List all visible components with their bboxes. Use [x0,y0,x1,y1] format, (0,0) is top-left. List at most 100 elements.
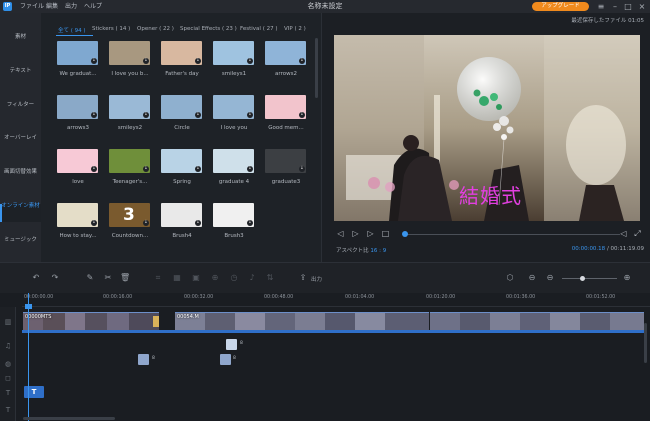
download-icon[interactable]: ↓ [247,58,253,64]
video-clip[interactable]: 00054.M [175,312,429,330]
stop-icon[interactable]: □ [381,229,390,238]
download-icon[interactable]: ↓ [143,112,149,118]
duration-icon[interactable]: ◷ [229,273,239,283]
sidebar-item-filter[interactable]: フィルター [0,100,41,108]
video-track-icon[interactable]: ▥ [3,317,13,327]
download-icon[interactable]: ↓ [91,220,97,226]
minimize-icon[interactable]: – [609,1,621,12]
sidebar-item-text[interactable]: テキスト [0,66,41,74]
menu-icon[interactable]: ≡ [595,1,607,12]
zoom-slider-track[interactable] [562,278,617,279]
download-icon[interactable]: ↓ [143,220,149,226]
freeze-frame-icon[interactable]: ▣ [191,273,201,283]
delete-icon[interactable]: 🗑 [120,273,130,283]
volume-icon[interactable]: ◁ [619,229,628,238]
media-scrollbar[interactable] [315,38,318,98]
mosaic-icon[interactable]: ▦ [172,273,182,283]
media-thumbnail[interactable]: ↓ [57,149,98,173]
voiceover-icon[interactable]: ♪ [247,273,257,283]
text-track-icon[interactable]: T [3,388,13,398]
tab-special-effects[interactable]: Special Effects ( 23 ) [180,26,237,32]
playhead-handle[interactable] [25,304,32,309]
media-thumbnail[interactable]: ↓ [109,149,150,173]
timeline-v-scrollbar[interactable] [644,323,647,363]
media-thumbnail[interactable]: 3 ↓ [109,203,150,227]
aspect-ratio-value[interactable]: 16 : 9 [370,248,386,254]
prev-frame-icon[interactable]: ◁ [336,229,345,238]
play-icon[interactable]: ▷ [351,229,360,238]
download-icon[interactable]: ↓ [195,220,201,226]
media-thumbnail[interactable]: ↓ [213,95,254,119]
redo-icon[interactable]: ↷ [50,273,60,283]
download-icon[interactable]: ↓ [247,112,253,118]
download-icon[interactable]: ↓ [247,166,253,172]
download-icon[interactable]: ↓ [195,112,201,118]
audio-mix-icon[interactable]: ⇅ [265,273,275,283]
download-icon[interactable]: ↓ [195,58,201,64]
download-icon[interactable]: ↓ [91,166,97,172]
filter-track-icon[interactable]: ◍ [3,359,13,369]
media-thumbnail[interactable]: ↓ [213,41,254,65]
menu-file[interactable]: ファイル [20,0,44,13]
media-thumbnail[interactable]: ↓ [161,203,202,227]
timeline-h-scrollbar[interactable] [23,417,115,420]
tab-festival[interactable]: Festival ( 27 ) [240,26,278,32]
media-thumbnail[interactable]: ↓ [161,95,202,119]
sidebar-item-music[interactable]: ミュージック [0,235,41,243]
playback-progress-track[interactable] [403,234,620,235]
download-icon[interactable]: ↓ [299,58,305,64]
tab-opener[interactable]: Opener ( 22 ) [137,26,174,32]
media-thumbnail[interactable]: ↓ [213,203,254,227]
edit-pencil-icon[interactable]: ✎ [85,273,95,283]
sidebar-item-media[interactable]: 素材 [0,32,41,40]
split-icon[interactable]: ✂ [103,273,113,283]
sidebar-item-transition[interactable]: 画面切替効果 [0,167,41,175]
media-thumbnail[interactable]: ↓ [161,149,202,173]
media-thumbnail[interactable]: ↓ [109,41,150,65]
effect-clip[interactable] [220,354,231,365]
download-icon[interactable]: ↓ [91,58,97,64]
sidebar-item-overlay[interactable]: オーバーレイ [0,133,41,141]
subtitle-track-icon[interactable]: T [3,405,13,415]
upgrade-button[interactable]: アップグレード [532,2,589,11]
download-icon[interactable]: ↓ [195,166,201,172]
playback-progress-handle[interactable] [402,231,408,237]
media-thumbnail[interactable]: ↓ [57,203,98,227]
zoom-in-icon[interactable]: ⊕ [622,273,632,283]
download-icon[interactable]: ↓ [247,220,253,226]
effect-clip[interactable] [138,354,149,365]
zoom-slider-handle[interactable] [580,276,585,281]
menu-help[interactable]: ヘルプ [84,0,102,13]
download-icon[interactable]: ↓ [143,58,149,64]
tab-stickers[interactable]: Stickers ( 14 ) [92,26,130,32]
playhead[interactable] [28,293,29,421]
download-icon[interactable]: ↓ [143,166,149,172]
zoom-out-icon[interactable]: ⊖ [545,273,555,283]
effect-clip[interactable] [226,339,237,350]
marker-icon[interactable]: ⬡ [505,273,515,283]
text-clip[interactable]: T [24,386,44,398]
maximize-icon[interactable]: □ [622,1,634,12]
media-thumbnail[interactable]: ↓ [57,41,98,65]
zoom-fit-icon[interactable]: ⊖ [527,273,537,283]
download-icon[interactable]: ↓ [91,112,97,118]
crop-icon[interactable]: ⌗ [153,273,163,283]
media-thumbnail[interactable]: ↓ [265,41,306,65]
download-icon[interactable]: ↓ [299,112,305,118]
menu-export[interactable]: 出力 [65,0,77,13]
tab-vip[interactable]: VIP ( 2 ) [284,26,306,32]
close-icon[interactable]: × [636,1,648,12]
audio-track-icon[interactable]: ♫ [3,341,13,351]
overlay-track-icon[interactable]: ◻ [3,373,13,383]
menu-edit[interactable]: 編集 [46,0,58,13]
export-label[interactable]: 出力 [311,275,322,283]
video-clip[interactable]: 00000MTS [23,312,159,330]
media-thumbnail[interactable]: ↓ [213,149,254,173]
download-icon[interactable]: ↓ [299,166,305,172]
media-thumbnail[interactable]: ↓ [57,95,98,119]
zoom-clip-icon[interactable]: ⊕ [210,273,220,283]
tab-all[interactable]: 全て ( 94 ) [58,26,86,34]
audio-waveform[interactable] [22,330,644,333]
media-thumbnail[interactable]: ↓ [109,95,150,119]
sidebar-item-online[interactable]: オンライン素材 [0,201,41,209]
